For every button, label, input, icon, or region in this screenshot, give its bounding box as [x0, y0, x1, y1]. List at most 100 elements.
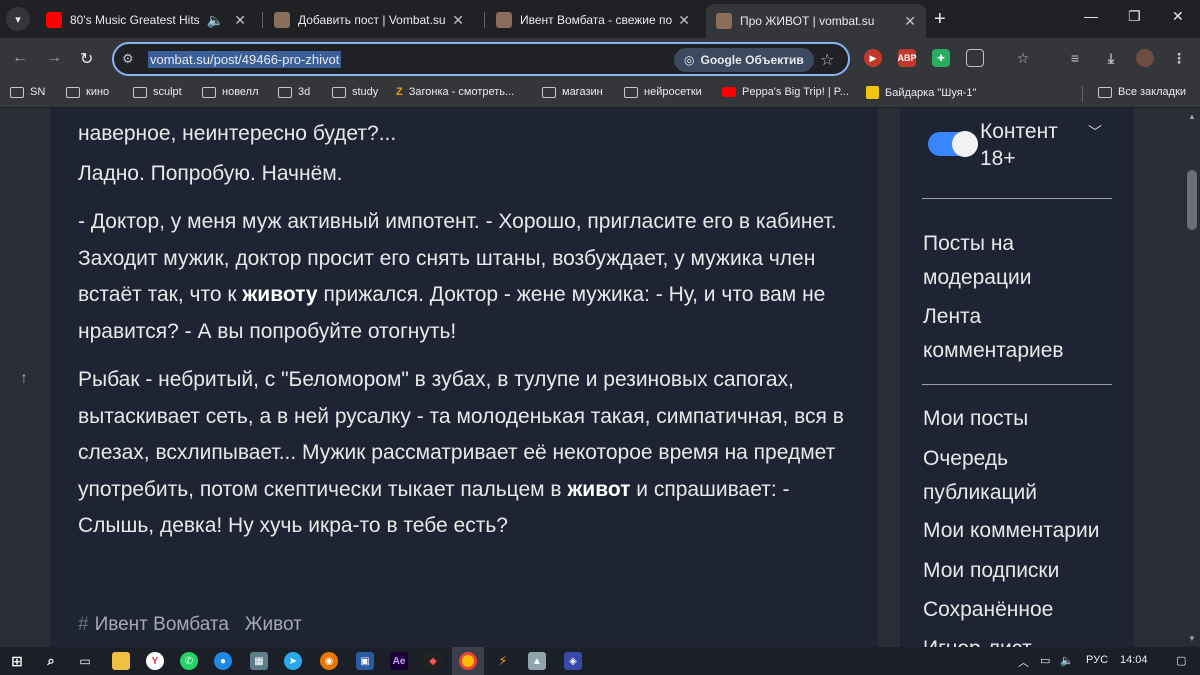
color-extension-icon[interactable]: ✚ — [932, 49, 950, 67]
sidebar: Контент 18+ ﹀ Посты на модерации Лента к… — [900, 108, 1134, 647]
yandex-browser-icon[interactable]: Y — [146, 652, 164, 670]
close-icon[interactable]: ✕ — [904, 13, 916, 30]
bookmark-folder[interactable]: 3d — [278, 86, 310, 98]
content-18-toggle[interactable] — [928, 131, 978, 157]
media-extension-icon[interactable]: ▶ — [864, 49, 882, 67]
page-viewport: ↑ наверное, неинтересно будет?... Ладно.… — [0, 108, 1200, 647]
tab-strip: ▾ 80's Music Greatest Hits - B 🔈 ✕ Добав… — [0, 0, 1200, 38]
speaker-icon[interactable]: 🔈 — [207, 12, 224, 29]
figma-icon[interactable]: ◆ — [424, 652, 442, 670]
task-view-icon[interactable]: ▭ — [76, 652, 94, 670]
scrollbar-thumb[interactable] — [1187, 170, 1197, 230]
minimize-button[interactable]: — — [1084, 8, 1098, 24]
site-settings-icon[interactable]: ⚙ — [122, 51, 134, 67]
forward-button[interactable]: → — [46, 49, 62, 67]
folder-icon — [202, 86, 216, 98]
bookmark-star-icon[interactable]: ☆ — [820, 50, 834, 70]
paragraph: - Доктор, у меня муж активный импотент. … — [78, 204, 848, 350]
tab-title: 80's Music Greatest Hits - B — [70, 13, 201, 27]
bookmark-folder[interactable]: нейросетки — [624, 86, 702, 98]
close-icon[interactable]: ✕ — [678, 12, 690, 29]
scroll-down-arrow-icon[interactable]: ▼ — [1188, 634, 1196, 643]
app-icon[interactable]: ▣ — [356, 652, 374, 670]
bookmark-label: Байдарка "Шуя-1" — [885, 86, 977, 99]
search-icon[interactable]: ⌕ — [42, 652, 60, 670]
file-explorer-icon[interactable] — [112, 652, 130, 670]
sidebar-link-ignore[interactable]: Игнор-лист — [923, 632, 1123, 647]
app-icon[interactable]: ⚡ — [494, 652, 512, 670]
telegram-icon[interactable]: ➤ — [284, 652, 302, 670]
chevron-down-icon[interactable]: ﹀ — [1088, 122, 1102, 142]
sidebar-link-queue[interactable]: Очередь публикаций — [923, 442, 1123, 510]
sidebar-link-saved[interactable]: Сохранённое — [923, 593, 1123, 627]
close-window-button[interactable]: ✕ — [1172, 8, 1184, 25]
bookmark-folder[interactable]: SN — [10, 86, 45, 98]
sidebar-link-subscriptions[interactable]: Мои подписки — [923, 554, 1123, 588]
lens-label: Google Объектив — [700, 53, 804, 67]
volume-icon[interactable]: 🔈 — [1060, 654, 1074, 667]
after-effects-icon[interactable]: Ae — [390, 652, 408, 670]
bookmark-label: Загонка - смотреть... — [408, 86, 515, 98]
vombat-icon — [496, 12, 512, 28]
highlight-word: животу — [242, 283, 318, 306]
photos-icon[interactable]: ▲ — [528, 652, 546, 670]
tab-pro-zhivot[interactable]: Про ЖИВОТ | vombat.su ✕ — [706, 4, 926, 38]
bookmark-peppa[interactable]: Peppa's Big Trip! | P... — [722, 86, 849, 98]
sidebar-link-moderation[interactable]: Посты на модерации — [923, 227, 1123, 295]
page-scrollbar[interactable]: ▲ ▼ — [1184, 108, 1200, 647]
scroll-top-arrow-icon[interactable]: ↑ — [20, 370, 28, 388]
reload-button[interactable]: ↻ — [80, 49, 93, 69]
sidebar-link-my-posts[interactable]: Мои посты — [923, 402, 1123, 436]
folder-icon — [542, 86, 556, 98]
tag-event[interactable]: # Ивент Вомбата — [78, 614, 229, 636]
blender-icon[interactable]: ◉ — [320, 652, 338, 670]
sidebar-link-my-comments[interactable]: Мои комментарии — [923, 514, 1123, 548]
close-icon[interactable]: ✕ — [452, 12, 464, 29]
bookmark-baidarka[interactable]: Байдарка "Шуя-1" — [866, 86, 976, 99]
close-icon[interactable]: ✕ — [234, 12, 246, 29]
notifications-icon[interactable]: ▢ — [1176, 654, 1186, 667]
bookmark-zagonka[interactable]: Z Загонка - смотреть... — [396, 86, 514, 98]
restore-button[interactable]: ❐ — [1128, 8, 1141, 25]
tray-expand-icon[interactable]: ︿ — [1018, 654, 1029, 670]
language-indicator[interactable]: РУС — [1086, 654, 1108, 666]
bookmark-folder[interactable]: новелл — [202, 86, 259, 98]
media-control-icon[interactable]: ≡ — [1066, 49, 1084, 67]
paragraph: Ладно. Попробую. Начнём. — [78, 162, 343, 185]
calculator-icon[interactable]: ▦ — [250, 652, 268, 670]
new-tab-button[interactable]: + — [934, 8, 946, 31]
adblock-icon[interactable]: ABP — [898, 49, 917, 67]
app-icon[interactable]: ◈ — [564, 652, 582, 670]
windows-start-icon[interactable]: ⊞ — [8, 652, 26, 670]
post-body: наверное, неинтересно будет?... Ладно. П… — [50, 108, 878, 647]
sidebar-link-comments-feed[interactable]: Лента комментариев — [923, 300, 1123, 368]
bookmark-folder[interactable]: sculpt — [133, 86, 182, 98]
network-icon[interactable]: ▭ — [1040, 654, 1050, 667]
bookmark-folder[interactable]: кино — [66, 86, 109, 98]
tab-add-post[interactable]: Добавить пост | Vombat.su ✕ — [264, 5, 474, 35]
tab-search-button[interactable]: ▾ — [6, 7, 30, 31]
google-lens-button[interactable]: ◎ Google Объектив — [674, 48, 814, 72]
profile-avatar[interactable] — [1136, 49, 1154, 67]
scroll-up-arrow-icon[interactable]: ▲ — [1188, 112, 1196, 121]
folder-icon — [332, 86, 346, 98]
highlight-word: живот — [567, 477, 631, 501]
back-button[interactable]: ← — [12, 49, 28, 67]
tab-music[interactable]: 80's Music Greatest Hits - B 🔈 ✕ — [36, 5, 256, 35]
chrome-icon[interactable] — [459, 652, 477, 670]
whatsapp-icon[interactable]: ✆ — [180, 652, 198, 670]
url-text[interactable]: vombat.su/post/49466-pro-zhivot — [148, 51, 342, 68]
tag-zhivot[interactable]: Живот — [245, 614, 302, 636]
folder-icon — [133, 86, 147, 98]
bookmark-folder[interactable]: study — [332, 86, 378, 98]
download-icon[interactable]: ⤓ — [1102, 49, 1120, 67]
bookmark-folder[interactable]: магазин — [542, 86, 603, 98]
app-icon[interactable]: ● — [214, 652, 232, 670]
tab-event[interactable]: Ивент Вомбата - свежие пость ✕ — [486, 5, 700, 35]
address-bar[interactable]: ⚙ vombat.su/post/49466-pro-zhivot ◎ Goog… — [112, 42, 850, 76]
all-bookmarks-folder[interactable]: Все закладки — [1098, 86, 1186, 98]
bookmarks-manager-icon[interactable]: ☆ — [1014, 49, 1032, 67]
clock[interactable]: 14:04 — [1120, 654, 1148, 666]
menu-icon[interactable]: ⋮ — [1170, 49, 1188, 67]
extensions-puzzle-icon[interactable] — [966, 49, 984, 67]
